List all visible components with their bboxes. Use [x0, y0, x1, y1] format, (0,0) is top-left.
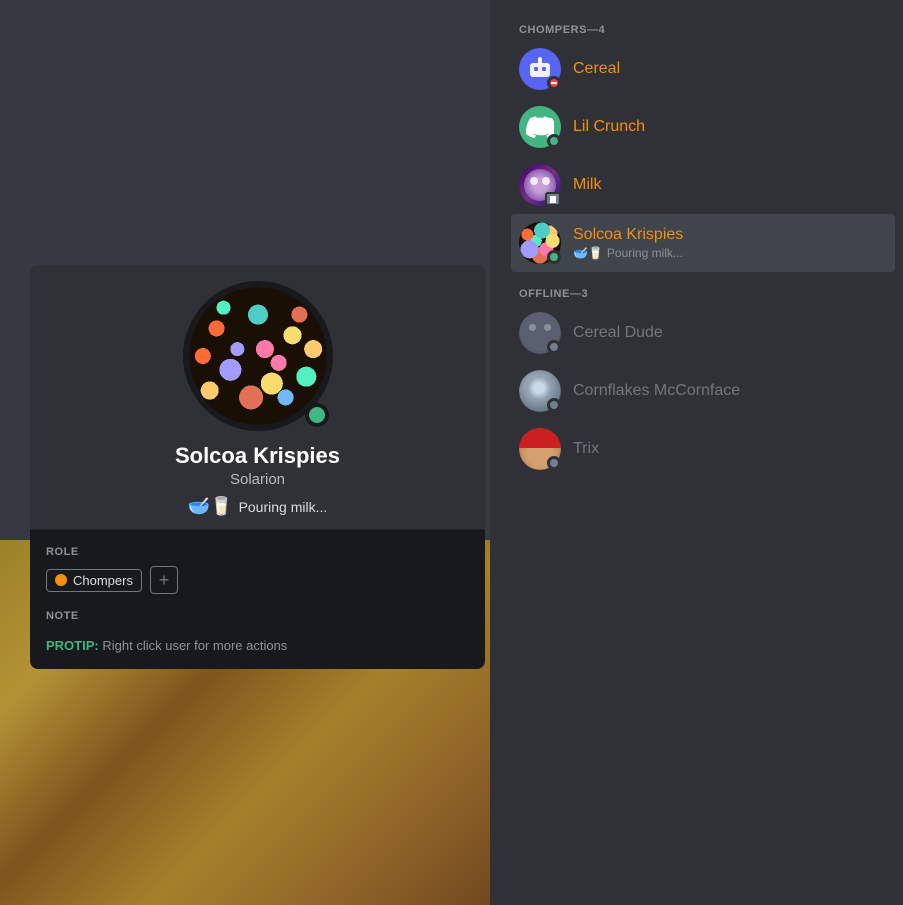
- profile-header: Solcoa Krispies Solarion 🥣🥛 Pouring milk…: [30, 265, 485, 530]
- profile-status: 🥣🥛 Pouring milk...: [188, 496, 328, 517]
- member-item-cereal[interactable]: Cereal: [511, 40, 895, 98]
- member-activity-solcoa: 🥣🥛 Pouring milk...: [573, 246, 887, 260]
- member-item-solcoa-krispies[interactable]: Solcoa Krispies 🥣🥛 Pouring milk...: [511, 214, 895, 272]
- category-label-chompers: CHOMPERS—4: [511, 16, 895, 40]
- category-chompers: CHOMPERS—4 Cereal: [511, 16, 895, 272]
- member-info-trix: Trix: [573, 440, 887, 458]
- member-info-cornflakes: Cornflakes McCornface: [573, 382, 887, 400]
- note-section: NOTE: [46, 610, 469, 622]
- role-tag-chompers[interactable]: Chompers: [46, 569, 142, 592]
- member-info-solcoa: Solcoa Krispies 🥣🥛 Pouring milk...: [573, 226, 887, 260]
- member-name-milk: Milk: [573, 176, 887, 194]
- left-panel: Solcoa Krispies Solarion 🥣🥛 Pouring milk…: [0, 0, 490, 905]
- note-label: NOTE: [46, 610, 469, 622]
- role-tag-label: Chompers: [73, 573, 133, 588]
- protip-label: PROTIP:: [46, 638, 99, 653]
- member-item-cornflakes[interactable]: Cornflakes McCornface: [511, 362, 895, 420]
- member-status-idle-milk: [545, 192, 561, 206]
- status-text: Pouring milk...: [239, 499, 328, 515]
- member-name-cereal-dude: Cereal Dude: [573, 324, 887, 342]
- category-label-offline: OFFLINE—3: [511, 280, 895, 304]
- role-color-dot: [55, 574, 67, 586]
- member-info-milk: Milk: [573, 176, 887, 194]
- member-list-panel: CHOMPERS—4 Cereal: [503, 0, 903, 905]
- member-status-offline-trix: [547, 456, 561, 470]
- member-name-trix: Trix: [573, 440, 887, 458]
- member-avatar-cereal: [519, 48, 561, 90]
- status-emoji: 🥣🥛: [188, 496, 233, 517]
- member-info-cereal-dude: Cereal Dude: [573, 324, 887, 342]
- member-name-cornflakes: Cornflakes McCornface: [573, 382, 887, 400]
- member-name-cereal: Cereal: [573, 60, 887, 78]
- role-section: ROLE Chompers +: [46, 546, 469, 594]
- member-avatar-milk: [519, 164, 561, 206]
- activity-text: Pouring milk...: [607, 246, 683, 260]
- profile-online-indicator: [305, 403, 329, 427]
- member-status-offline-cereal-dude: [547, 340, 561, 354]
- member-status-online-solcoa: [547, 250, 561, 264]
- category-offline: OFFLINE—3 Cereal Dude: [511, 280, 895, 478]
- member-info-lil-crunch: Lil Crunch: [573, 118, 887, 136]
- member-item-lil-crunch[interactable]: Lil Crunch: [511, 98, 895, 156]
- member-avatar-lil-crunch: [519, 106, 561, 148]
- member-info-cereal: Cereal: [573, 60, 887, 78]
- profile-username: Solarion: [230, 471, 285, 488]
- role-label: ROLE: [46, 546, 469, 558]
- member-avatar-trix: [519, 428, 561, 470]
- member-item-trix[interactable]: Trix: [511, 420, 895, 478]
- add-role-button[interactable]: +: [150, 566, 178, 594]
- member-status-online-lil-crunch: [547, 134, 561, 148]
- member-name-lil-crunch: Lil Crunch: [573, 118, 887, 136]
- profile-card: Solcoa Krispies Solarion 🥣🥛 Pouring milk…: [30, 265, 485, 669]
- member-name-solcoa: Solcoa Krispies: [573, 226, 887, 244]
- profile-avatar-container: [183, 281, 333, 431]
- member-status-offline-cornflakes: [547, 398, 561, 412]
- protip-text: PROTIP: Right click user for more action…: [46, 638, 469, 653]
- member-item-cereal-dude[interactable]: Cereal Dude: [511, 304, 895, 362]
- member-avatar-cereal-dude: [519, 312, 561, 354]
- member-avatar-cornflakes: [519, 370, 561, 412]
- member-item-milk[interactable]: Milk: [511, 156, 895, 214]
- member-status-dnd-cereal: [547, 76, 561, 90]
- profile-body: ROLE Chompers + NOTE PROTIP: Right click…: [30, 530, 485, 669]
- role-tags: Chompers +: [46, 566, 469, 594]
- member-avatar-solcoa: [519, 222, 561, 264]
- profile-name: Solcoa Krispies: [175, 443, 340, 469]
- activity-emoji: 🥣🥛: [573, 246, 603, 260]
- protip-description: Right click user for more actions: [102, 638, 287, 653]
- profile-avatar-image: [189, 287, 327, 425]
